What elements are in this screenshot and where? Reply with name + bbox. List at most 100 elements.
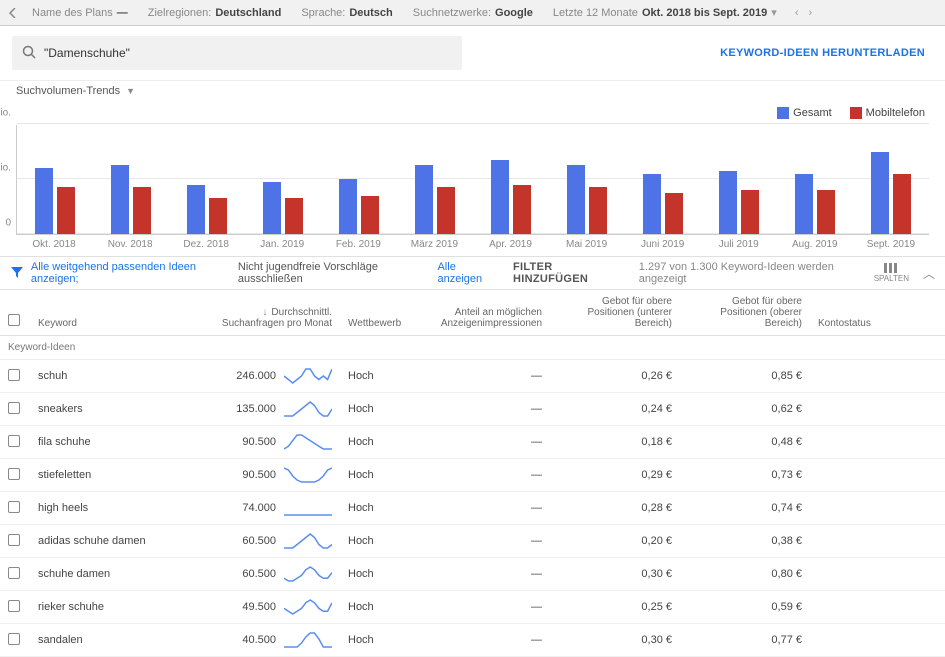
cell-bid-high: 0,38 €	[680, 525, 810, 558]
cell-avg-searches: 246.000	[200, 360, 340, 393]
columns-button[interactable]: SPALTEN	[874, 263, 909, 283]
row-checkbox[interactable]	[8, 501, 20, 513]
download-ideas-link[interactable]: KEYWORD-IDEEN HERUNTERLADEN	[720, 47, 933, 59]
chart-legend: Gesamt Mobiltelefon	[16, 105, 929, 125]
next-period-icon[interactable]: ›	[809, 7, 813, 19]
row-checkbox[interactable]	[8, 435, 20, 447]
chart-bar	[817, 190, 835, 234]
exclude-adult-text: Nicht jugendfreie Vorschläge ausschließe…	[238, 261, 432, 285]
cell-impression-share: —	[420, 624, 550, 657]
plan-name[interactable]: Name des Plans —	[24, 7, 136, 19]
back-icon[interactable]	[6, 8, 20, 18]
add-filter-button[interactable]: FILTER HINZUFÜGEN	[513, 261, 623, 285]
cell-impression-share: —	[420, 591, 550, 624]
trends-dropdown[interactable]: Suchvolumen-Trends ▼	[0, 80, 945, 105]
collapse-icon[interactable]: ︿	[923, 265, 935, 282]
sparkline-icon	[284, 367, 332, 385]
chart-bar	[133, 187, 151, 234]
result-count: 1.297 von 1.300 Keyword-Ideen werden ang…	[639, 261, 868, 285]
cell-bid-high: 0,85 €	[680, 360, 810, 393]
chart-bar	[513, 185, 531, 235]
sparkline-icon	[284, 598, 332, 616]
target-regions[interactable]: Zielregionen: Deutschland	[140, 7, 290, 19]
cell-competition: Hoch	[340, 426, 420, 459]
cell-status	[810, 360, 945, 393]
table-row[interactable]: fila schuhe90.500Hoch—0,18 €0,48 €	[0, 426, 945, 459]
table-row[interactable]: schuhe damen60.500Hoch—0,30 €0,80 €	[0, 558, 945, 591]
col-bid-high[interactable]: Gebot für obere Positionen (oberer Berei…	[680, 290, 810, 336]
cell-status	[810, 525, 945, 558]
cell-bid-high: 0,73 €	[680, 459, 810, 492]
row-checkbox[interactable]	[8, 402, 20, 414]
date-range[interactable]: Letzte 12 Monate Okt. 2018 bis Sept. 201…	[545, 6, 785, 19]
row-checkbox[interactable]	[8, 600, 20, 612]
lang-label: Sprache:	[301, 7, 345, 19]
regions-label: Zielregionen:	[148, 7, 212, 19]
table-row[interactable]: rieker schuhe49.500Hoch—0,25 €0,59 €	[0, 591, 945, 624]
cell-bid-low: 0,26 €	[550, 360, 680, 393]
cell-bid-high: 0,80 €	[680, 558, 810, 591]
table-row[interactable]: schuh246.000Hoch—0,26 €0,85 €	[0, 360, 945, 393]
cell-bid-low: 0,30 €	[550, 624, 680, 657]
cell-competition: Hoch	[340, 459, 420, 492]
x-tick-label: Jan. 2019	[244, 239, 320, 250]
sparkline-icon	[284, 433, 332, 451]
table-row[interactable]: sandalen40.500Hoch—0,30 €0,77 €	[0, 624, 945, 657]
cell-avg-searches: 40.500	[200, 624, 340, 657]
col-account-status[interactable]: Kontostatus	[810, 290, 945, 336]
period-label: Letzte 12 Monate	[553, 7, 638, 19]
cell-bid-low: 0,25 €	[550, 591, 680, 624]
chart-bar	[415, 165, 433, 234]
select-all-checkbox[interactable]	[8, 314, 20, 326]
cell-avg-searches: 135.000	[200, 393, 340, 426]
col-impression-share[interactable]: Anteil an möglichen Anzeigenimpressionen	[420, 290, 550, 336]
cell-keyword: adidas schuhe damen	[30, 525, 200, 558]
row-checkbox[interactable]	[8, 633, 20, 645]
table-row[interactable]: stiefeletten90.500Hoch—0,29 €0,73 €	[0, 459, 945, 492]
regions-value: Deutschland	[215, 7, 281, 19]
cell-bid-high: 0,59 €	[680, 591, 810, 624]
cell-bid-low: 0,28 €	[550, 492, 680, 525]
search-input[interactable]	[44, 46, 452, 60]
chart-x-labels: Okt. 2018Nov. 2018Dez. 2018Jan. 2019Feb.…	[16, 239, 929, 250]
cell-competition: Hoch	[340, 624, 420, 657]
row-checkbox[interactable]	[8, 567, 20, 579]
chart-bar	[893, 174, 911, 235]
cell-status	[810, 624, 945, 657]
search-networks[interactable]: Suchnetzwerke: Google	[405, 7, 541, 19]
x-tick-label: Apr. 2019	[472, 239, 548, 250]
table-row[interactable]: adidas schuhe damen60.500Hoch—0,20 €0,38…	[0, 525, 945, 558]
lang-value: Deutsch	[349, 7, 392, 19]
x-tick-label: Juni 2019	[625, 239, 701, 250]
row-checkbox[interactable]	[8, 534, 20, 546]
table-row[interactable]: high heels74.000Hoch—0,28 €0,74 €	[0, 492, 945, 525]
col-avg-searches[interactable]: ↓Durchschnittl. Suchanfragen pro Monat	[200, 290, 340, 336]
cell-keyword: sneakers	[30, 393, 200, 426]
cell-keyword: rieker schuhe	[30, 591, 200, 624]
cell-keyword: schuhe damen	[30, 558, 200, 591]
col-bid-low[interactable]: Gebot für obere Positionen (unterer Bere…	[550, 290, 680, 336]
language[interactable]: Sprache: Deutsch	[293, 7, 400, 19]
show-broad-link[interactable]: Alle weitgehend passenden Ideen anzeigen…	[31, 261, 232, 285]
funnel-icon[interactable]	[10, 265, 25, 282]
row-checkbox[interactable]	[8, 369, 20, 381]
col-competition[interactable]: Wettbewerb	[340, 290, 420, 336]
prev-period-icon[interactable]: ‹	[795, 7, 799, 19]
chart-bar	[741, 190, 759, 234]
x-tick-label: März 2019	[396, 239, 472, 250]
col-keyword[interactable]: Keyword	[30, 290, 200, 336]
chart-bar	[57, 187, 75, 234]
chart-bar	[491, 160, 509, 234]
cell-keyword: schuh	[30, 360, 200, 393]
cell-status	[810, 459, 945, 492]
cell-impression-share: —	[420, 360, 550, 393]
table-row[interactable]: sneakers135.000Hoch—0,24 €0,62 €	[0, 393, 945, 426]
show-all-link[interactable]: Alle anzeigen	[437, 261, 499, 285]
row-checkbox[interactable]	[8, 468, 20, 480]
cell-keyword: sandalen	[30, 624, 200, 657]
keyword-search[interactable]	[12, 36, 462, 70]
period-value: Okt. 2018 bis Sept. 2019	[642, 7, 767, 19]
x-tick-label: Okt. 2018	[16, 239, 92, 250]
chart-bar	[339, 179, 357, 234]
keyword-table: Keyword ↓Durchschnittl. Suchanfragen pro…	[0, 290, 945, 657]
